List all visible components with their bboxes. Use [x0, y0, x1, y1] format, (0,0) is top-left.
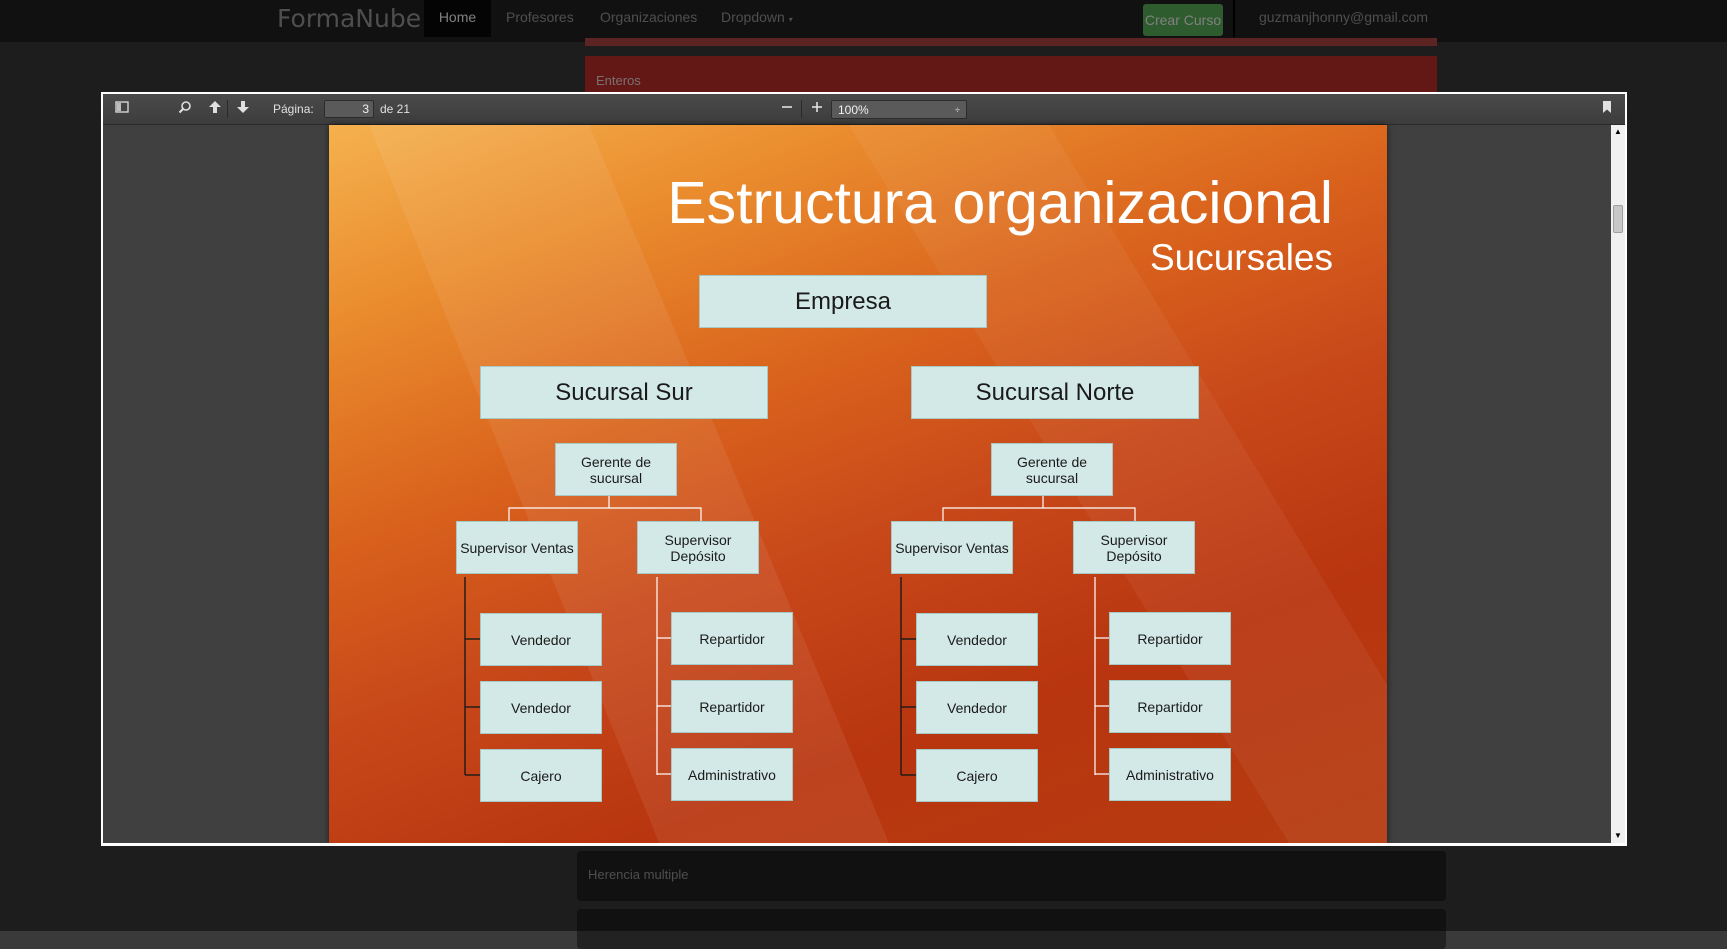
branch-connectors-dark — [464, 577, 917, 776]
page-number-input[interactable] — [324, 100, 374, 118]
vertical-scrollbar[interactable]: ▲ ▼ — [1611, 125, 1625, 843]
page-total: de 21 — [380, 102, 411, 116]
node-gerente-sur: Gerente de sucursal — [555, 443, 677, 496]
page-label: Página: — [273, 102, 314, 116]
node-sucursal-norte: Sucursal Norte — [911, 366, 1199, 419]
org-chart-connectors — [464, 496, 1136, 776]
scroll-up-icon[interactable]: ▲ — [1611, 125, 1625, 139]
node-cajero: Cajero — [480, 749, 602, 802]
branch-connectors-white — [508, 496, 1136, 775]
node-empresa: Empresa — [699, 275, 987, 328]
node-sucursal-sur: Sucursal Sur — [480, 366, 768, 419]
next-page-icon[interactable] — [231, 98, 255, 120]
node-repartidor: Repartidor — [671, 612, 793, 665]
scroll-down-icon[interactable]: ▼ — [1611, 829, 1625, 843]
node-vendedor: Vendedor — [480, 681, 602, 734]
node-vendedor: Vendedor — [480, 613, 602, 666]
pdf-modal: Página: de 21 100% ÷ Estructura — [101, 92, 1627, 846]
node-administrativo: Administrativo — [1109, 748, 1231, 801]
sidebar-toggle-icon[interactable] — [110, 98, 134, 120]
zoom-select[interactable]: 100% ÷ — [831, 100, 967, 119]
toolbar-separator — [227, 100, 228, 118]
previous-page-icon[interactable] — [203, 98, 227, 120]
zoom-in-icon[interactable] — [805, 98, 829, 120]
node-supervisor-ventas-sur: Supervisor Ventas — [456, 521, 578, 574]
node-repartidor: Repartidor — [671, 680, 793, 733]
toolbar-separator — [801, 100, 802, 118]
node-repartidor: Repartidor — [1109, 612, 1231, 665]
scroll-thumb[interactable] — [1613, 205, 1623, 233]
node-repartidor: Repartidor — [1109, 680, 1231, 733]
node-cajero: Cajero — [916, 749, 1038, 802]
search-icon[interactable] — [173, 98, 197, 120]
zoom-value: 100% — [838, 103, 869, 117]
pdf-toolbar: Página: de 21 100% ÷ — [103, 94, 1625, 125]
bookmark-icon[interactable] — [1595, 98, 1619, 120]
node-supervisor-deposito-norte: Supervisor Depósito — [1073, 521, 1195, 574]
node-administrativo: Administrativo — [671, 748, 793, 801]
node-supervisor-ventas-norte: Supervisor Ventas — [891, 521, 1013, 574]
node-vendedor: Vendedor — [916, 613, 1038, 666]
select-arrows-icon: ÷ — [955, 105, 960, 115]
slide-page: Estructura organizacional Sucursales Emp… — [329, 125, 1387, 843]
node-vendedor: Vendedor — [916, 681, 1038, 734]
node-supervisor-deposito-sur: Supervisor Depósito — [637, 521, 759, 574]
node-gerente-norte: Gerente de sucursal — [991, 443, 1113, 496]
pdf-viewer: Página: de 21 100% ÷ Estructura — [103, 94, 1625, 843]
zoom-out-icon[interactable] — [775, 98, 799, 120]
